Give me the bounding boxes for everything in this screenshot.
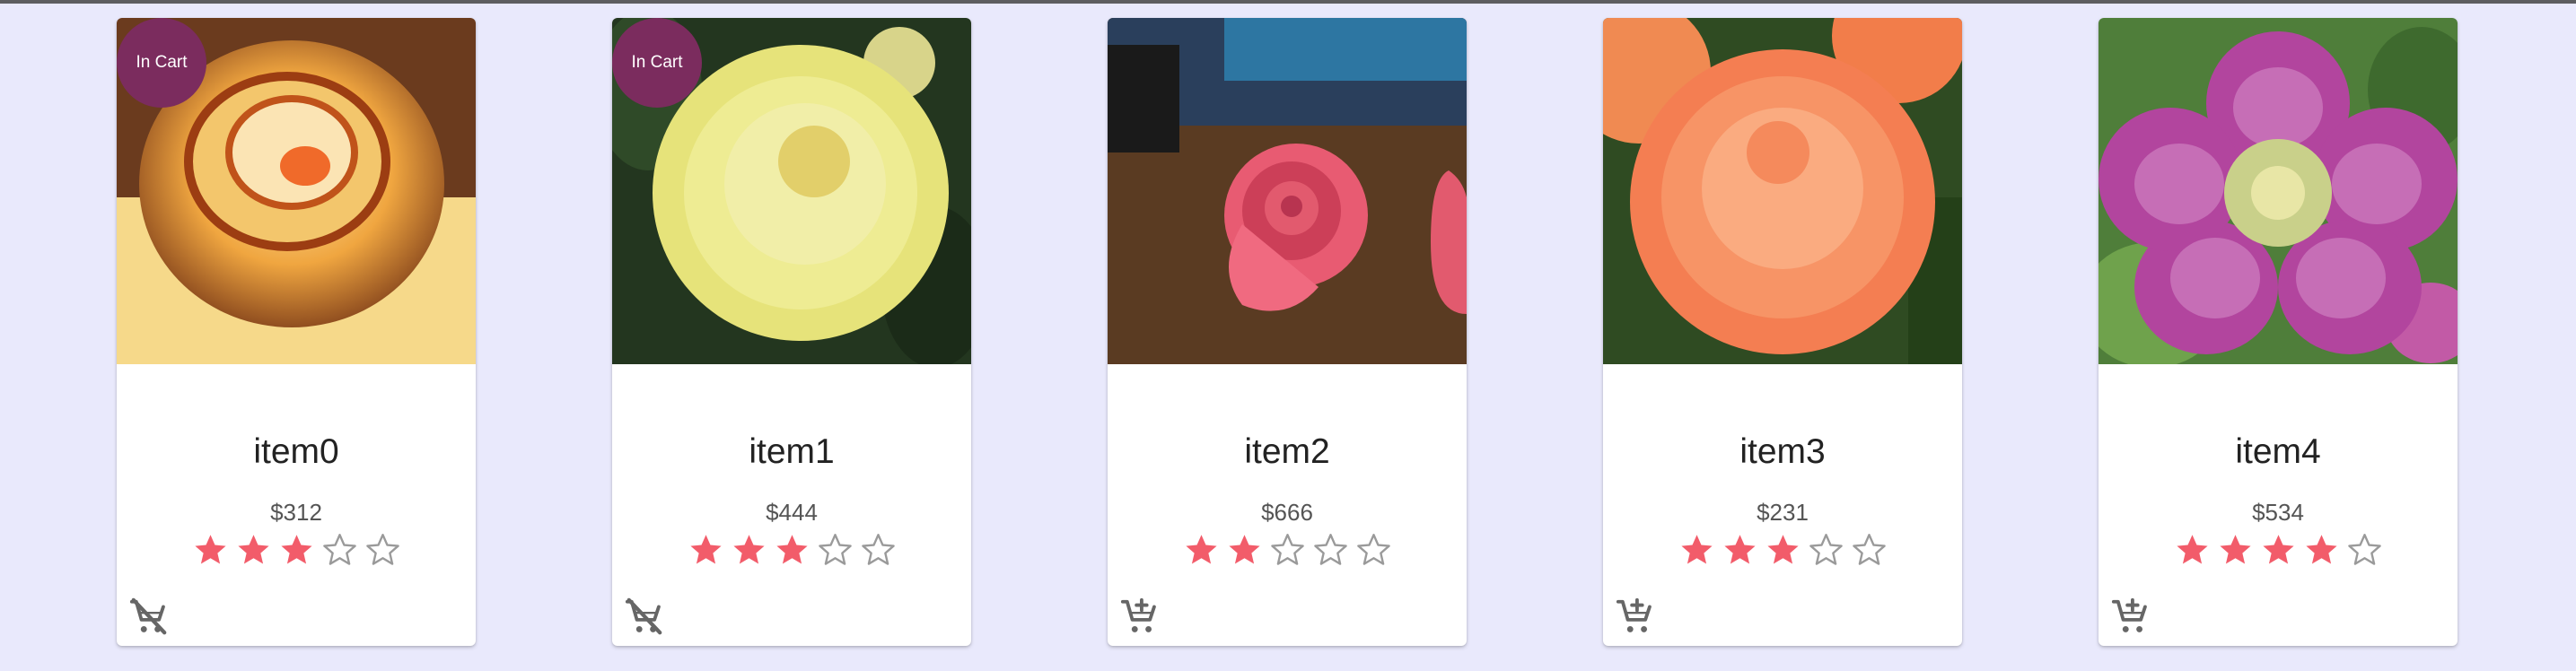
star-empty-icon xyxy=(1356,534,1390,565)
star-filled-icon xyxy=(775,535,808,564)
star-filled-icon xyxy=(2262,535,2294,564)
star-filled-icon xyxy=(1723,535,1756,564)
product-image xyxy=(1108,18,1467,364)
star-filled-icon xyxy=(2176,535,2208,564)
product-card: item3 $231 xyxy=(1603,18,1962,646)
star-empty-icon xyxy=(1270,534,1304,565)
star-empty-icon xyxy=(818,534,852,565)
star-filled-icon xyxy=(2305,535,2337,564)
remove-shopping-cart-icon xyxy=(625,597,662,635)
product-card: item2 $666 xyxy=(1108,18,1467,646)
star-filled-icon xyxy=(237,535,269,564)
star-filled-icon xyxy=(194,535,226,564)
star-empty-icon xyxy=(2347,534,2381,565)
product-price: $231 xyxy=(1757,499,1809,526)
star-filled-icon xyxy=(732,535,765,564)
star-empty-icon xyxy=(861,534,895,565)
remove-from-cart-button[interactable] xyxy=(127,596,171,639)
add-to-cart-button[interactable] xyxy=(1614,596,1657,639)
product-name: item3 xyxy=(1739,432,1826,471)
product-card: item4 $534 xyxy=(2098,18,2458,646)
star-filled-icon xyxy=(1680,535,1713,564)
product-name: item2 xyxy=(1244,432,1330,471)
product-price: $666 xyxy=(1261,499,1313,526)
star-rating xyxy=(612,531,971,568)
add-to-cart-button[interactable] xyxy=(1118,596,1161,639)
product-image xyxy=(1603,18,1962,364)
star-rating xyxy=(1603,531,1962,568)
remove-from-cart-button[interactable] xyxy=(623,596,666,639)
add-to-cart-button[interactable] xyxy=(2109,596,2152,639)
star-rating xyxy=(1108,531,1467,568)
star-empty-icon xyxy=(322,534,356,565)
product-price: $312 xyxy=(270,499,322,526)
star-filled-icon xyxy=(1228,535,1260,564)
star-filled-icon xyxy=(1185,535,1217,564)
star-filled-icon xyxy=(1766,535,1799,564)
remove-shopping-cart-icon xyxy=(129,597,167,635)
star-empty-icon xyxy=(1852,534,1886,565)
star-filled-icon xyxy=(280,535,312,564)
product-card: In Cart item1 $444 xyxy=(612,18,971,646)
product-price: $444 xyxy=(766,499,818,526)
star-rating xyxy=(117,531,476,568)
in-cart-badge: In Cart xyxy=(612,18,702,108)
star-empty-icon xyxy=(1809,534,1843,565)
star-filled-icon xyxy=(689,535,722,564)
product-card: In Cart item0 $312 xyxy=(117,18,476,646)
product-name: item4 xyxy=(2235,432,2321,471)
star-rating xyxy=(2098,531,2458,568)
add-shopping-cart-icon xyxy=(2111,597,2147,632)
product-price: $534 xyxy=(2252,499,2304,526)
product-image xyxy=(2098,18,2458,364)
star-filled-icon xyxy=(2219,535,2251,564)
star-empty-icon xyxy=(1313,534,1347,565)
product-name: item0 xyxy=(253,432,339,471)
product-name: item1 xyxy=(749,432,835,471)
add-shopping-cart-icon xyxy=(1120,597,1156,632)
star-empty-icon xyxy=(365,534,399,565)
in-cart-badge: In Cart xyxy=(117,18,206,108)
product-grid: In Cart item0 $312 In Cart item1 $444 it… xyxy=(0,0,2576,671)
add-shopping-cart-icon xyxy=(1616,597,1652,632)
